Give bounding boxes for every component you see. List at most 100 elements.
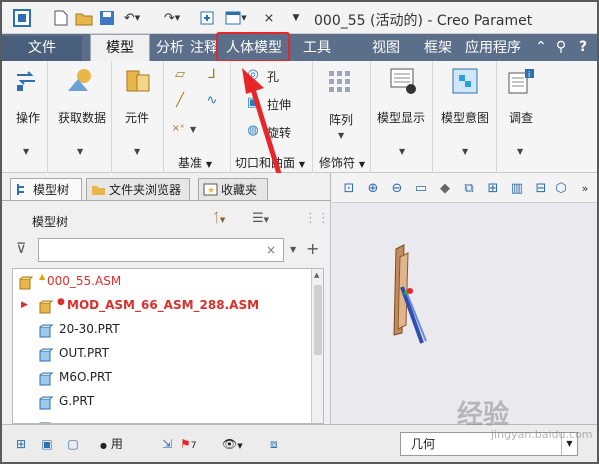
tab-highlight-box xyxy=(216,32,290,62)
component-icon[interactable] xyxy=(125,67,153,98)
title-bar: ↶ ▼ ↷ ▼ ▼ ⨯ ▼ 000_55 (活动的) - Creo Paramet xyxy=(2,2,597,34)
model-geometry[interactable] xyxy=(382,243,432,353)
tab-tools[interactable]: 工具 xyxy=(298,36,336,61)
flag-icon[interactable]: ⚑7 xyxy=(180,433,202,455)
tab-model-tree[interactable]: 模型树 xyxy=(10,178,82,200)
zoom-in-icon[interactable]: ⊕ xyxy=(364,180,382,198)
more-tools-icon[interactable]: » xyxy=(576,180,594,198)
tree-item[interactable] xyxy=(13,413,313,423)
undo-icon[interactable]: ↶ ▼ xyxy=(122,8,142,28)
tree-filter-input[interactable] xyxy=(38,238,284,262)
zoom-out-icon[interactable]: ⊖ xyxy=(388,180,406,198)
selection-icon[interactable]: ⧈ xyxy=(270,433,292,455)
assembly-icon xyxy=(39,298,54,314)
new-file-icon[interactable] xyxy=(52,8,70,28)
model-intent-button[interactable]: 模型意图 xyxy=(441,109,489,126)
chevron-down-icon[interactable]: ▼ xyxy=(338,131,344,140)
tab-model[interactable]: 模型 xyxy=(90,34,150,61)
chevron-down-icon[interactable]: ▼ xyxy=(399,147,405,156)
add-filter-icon[interactable]: + xyxy=(306,239,319,258)
chevron-down-icon[interactable]: ▼ xyxy=(134,147,140,156)
ribbon-tab-bar: 文件 模型 分析 注释 人体模型 工具 视图 框架 应用程序 ⌃ ⚲ ? xyxy=(2,34,597,61)
investigate-button[interactable]: 调查 xyxy=(509,109,533,126)
tab-applications[interactable]: 应用程序 xyxy=(458,36,528,61)
redo-icon[interactable]: ↷ ▼ xyxy=(162,8,182,28)
tree-item[interactable]: OUT.PRT xyxy=(13,341,313,365)
view-manager-icon[interactable]: ⊞ xyxy=(484,180,502,198)
pattern-button[interactable]: 阵列 xyxy=(329,111,353,128)
show-icon[interactable]: ☰▼ xyxy=(252,211,269,226)
datum-group-label[interactable]: 基准 ▼ xyxy=(178,154,212,171)
svg-text:★: ★ xyxy=(207,186,215,196)
investigate-icon[interactable]: i xyxy=(507,67,535,98)
close-window-icon[interactable]: ⨯ xyxy=(260,8,278,28)
collapse-ribbon-icon[interactable]: ⌃ xyxy=(532,38,550,56)
repaint-icon[interactable]: ▭ xyxy=(412,180,430,198)
browser-toggle-icon[interactable]: ▢ xyxy=(62,433,84,455)
point-icon[interactable]: ×ˣ xyxy=(170,121,186,137)
component-button[interactable]: 元件 xyxy=(125,109,149,126)
windows-icon[interactable]: ▼ xyxy=(224,8,248,28)
scroll-up-icon[interactable]: ▲ xyxy=(314,271,319,279)
chevron-down-icon[interactable]: ▼ xyxy=(517,147,523,156)
tab-view[interactable]: 视图 xyxy=(366,36,406,61)
filter-settings-icon[interactable]: ⋮⋮ xyxy=(304,211,330,226)
csys-icon[interactable]: ⅃ xyxy=(204,67,220,83)
modifier-group-label[interactable]: 修饰符 ▼ xyxy=(319,154,365,171)
tree-item[interactable]: 20-30.PRT xyxy=(13,317,313,341)
datum-display-icon[interactable]: ⬡ xyxy=(552,180,570,198)
curve-icon[interactable]: ∿ xyxy=(204,93,220,109)
operations-icon[interactable] xyxy=(14,69,38,96)
chevron-down-icon[interactable]: ▼ xyxy=(462,147,468,156)
clear-filter-icon[interactable]: × xyxy=(266,243,276,257)
regenerate-icon[interactable] xyxy=(198,8,216,28)
binoculars-icon[interactable]: 👁▼ xyxy=(222,433,256,455)
chevron-down-icon[interactable]: ▼ xyxy=(23,147,29,156)
tab-folder-browser[interactable]: 文件夹浏览器 xyxy=(86,178,190,200)
ribbon-panel: 操作 ▼ 获取数据 ▼ 元件 ▼ ▱ ⅃ ╱ ∿ ×ˣ ▼ 基准 ▼ ◎ 孔 ▣… xyxy=(2,61,597,173)
tree-item[interactable]: ▶ ● MOD_ASM_66_ASM_288.ASM xyxy=(13,293,313,317)
open-folder-icon[interactable] xyxy=(75,8,93,28)
display-style-icon[interactable]: ◆ xyxy=(436,180,454,198)
get-data-icon[interactable] xyxy=(66,67,94,98)
model-display-icon[interactable] xyxy=(389,67,417,98)
chevron-down-icon[interactable]: ▼ xyxy=(77,147,83,156)
expand-icon[interactable]: ▶ xyxy=(21,293,28,317)
find-icon[interactable]: ⇲ xyxy=(156,433,178,455)
save-icon[interactable] xyxy=(98,8,116,28)
tab-file[interactable]: 文件 xyxy=(2,36,82,61)
help-icon[interactable]: ? xyxy=(574,38,592,56)
tree-scrollbar[interactable]: ▲ xyxy=(311,269,323,423)
search-icon[interactable]: ⚲ xyxy=(552,38,570,56)
tab-favorites[interactable]: ★ 收藏夹 xyxy=(198,178,268,200)
plane-icon[interactable]: ▱ xyxy=(172,67,188,83)
graphics-window[interactable]: ⊡ ⊕ ⊖ ▭ ◆ ⧉ ⊞ ▥ ⊟ ⬡ » xyxy=(332,173,597,424)
customize-toolbar-icon[interactable]: ▼ xyxy=(288,8,304,28)
get-data-button[interactable]: 获取数据 xyxy=(58,109,106,126)
model-display-button[interactable]: 模型显示 xyxy=(377,109,425,126)
tab-analysis[interactable]: 分析 xyxy=(152,36,188,61)
pattern-icon[interactable] xyxy=(327,69,355,98)
component-group: 元件 ▼ xyxy=(112,61,164,173)
tree-item[interactable]: G.PRT xyxy=(13,389,313,413)
refit-icon[interactable]: ⊡ xyxy=(340,180,358,198)
navigator-toggle-icon[interactable]: ⊞ xyxy=(10,433,32,455)
saved-orientations-icon[interactable]: ⧉ xyxy=(460,180,478,198)
axis-icon[interactable]: ╱ xyxy=(172,93,188,109)
annotation-display-icon[interactable]: ⊟ xyxy=(532,180,550,198)
tab-framework[interactable]: 框架 xyxy=(420,36,456,61)
tree-item[interactable]: M6O.PRT xyxy=(13,365,313,389)
model-display-group: 模型显示 ▼ xyxy=(371,61,433,173)
graphics-toggle-icon[interactable]: ▣ xyxy=(36,433,58,455)
investigate-group: i 调查 ▼ xyxy=(497,61,545,173)
filter-icon: ⊽ xyxy=(16,241,27,257)
perspective-icon[interactable]: ▥ xyxy=(508,180,526,198)
folder-icon xyxy=(91,182,106,197)
chevron-down-icon[interactable]: ▼ xyxy=(190,125,196,134)
app-icon[interactable] xyxy=(12,8,32,28)
scrollbar-thumb[interactable] xyxy=(314,285,322,355)
operations-button[interactable]: 操作 xyxy=(16,109,40,126)
filter-dropdown-icon[interactable]: ▼ xyxy=(290,245,296,254)
model-intent-icon[interactable] xyxy=(451,67,479,98)
settings-icon[interactable]: ᛐ▼ xyxy=(212,211,225,226)
